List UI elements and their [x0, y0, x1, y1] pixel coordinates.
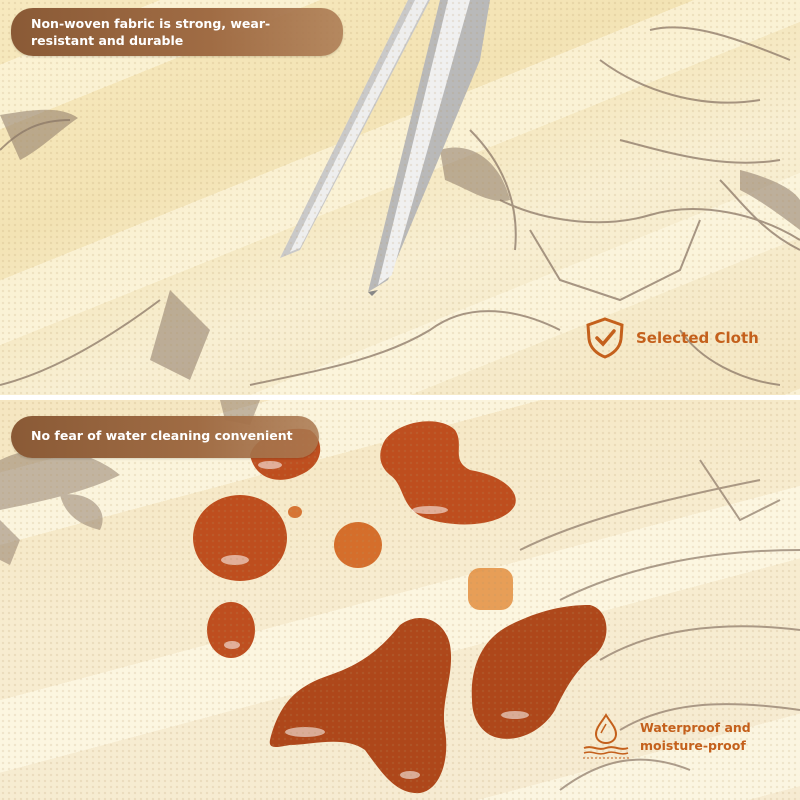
waterproof-label: Waterproof and moisture-proof — [640, 719, 751, 755]
selected-cloth-badge: Selected Cloth — [585, 317, 759, 359]
fabric-scissors-photo: Non-woven fabric is strong, wear-resista… — [0, 0, 800, 395]
selected-cloth-label: Selected Cloth — [636, 329, 759, 347]
waterproof-badge: Waterproof and moisture-proof — [580, 712, 751, 762]
waterproof-label-line1: Waterproof and — [640, 720, 751, 735]
caption-strength: Non-woven fabric is strong, wear-resista… — [11, 8, 343, 56]
liquid-spills — [193, 421, 607, 794]
waterproof-label-line2: moisture-proof — [640, 738, 746, 753]
fabric-liquid-photo: No fear of water cleaning convenient Wat… — [0, 400, 800, 800]
shield-check-icon — [586, 317, 624, 359]
caption-water-cleaning: No fear of water cleaning convenient — [11, 416, 319, 458]
water-drop-icon — [583, 713, 629, 759]
